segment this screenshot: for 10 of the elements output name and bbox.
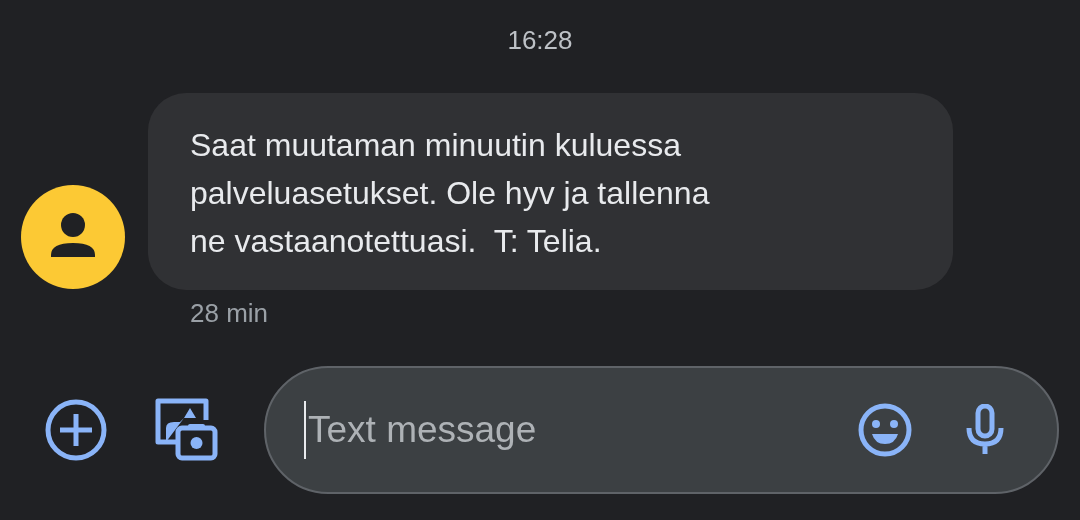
emoji-icon[interactable] bbox=[857, 402, 913, 458]
gallery-camera-icon[interactable] bbox=[154, 398, 220, 462]
text-cursor bbox=[304, 401, 306, 459]
add-icon[interactable] bbox=[44, 398, 108, 462]
timestamp: 16:28 bbox=[507, 24, 573, 56]
message-time: 28 min bbox=[190, 297, 270, 330]
message-bubble: Saat muutaman minuutin kuluessa palveluasetukset. Ole hyv ja tallenna ne vastaanotettuasi. T: Telia. bbox=[148, 93, 953, 290]
message-field[interactable]: Text message bbox=[264, 366, 1059, 494]
microphone-icon[interactable] bbox=[965, 404, 1005, 456]
message-input[interactable]: Text message bbox=[306, 409, 857, 451]
